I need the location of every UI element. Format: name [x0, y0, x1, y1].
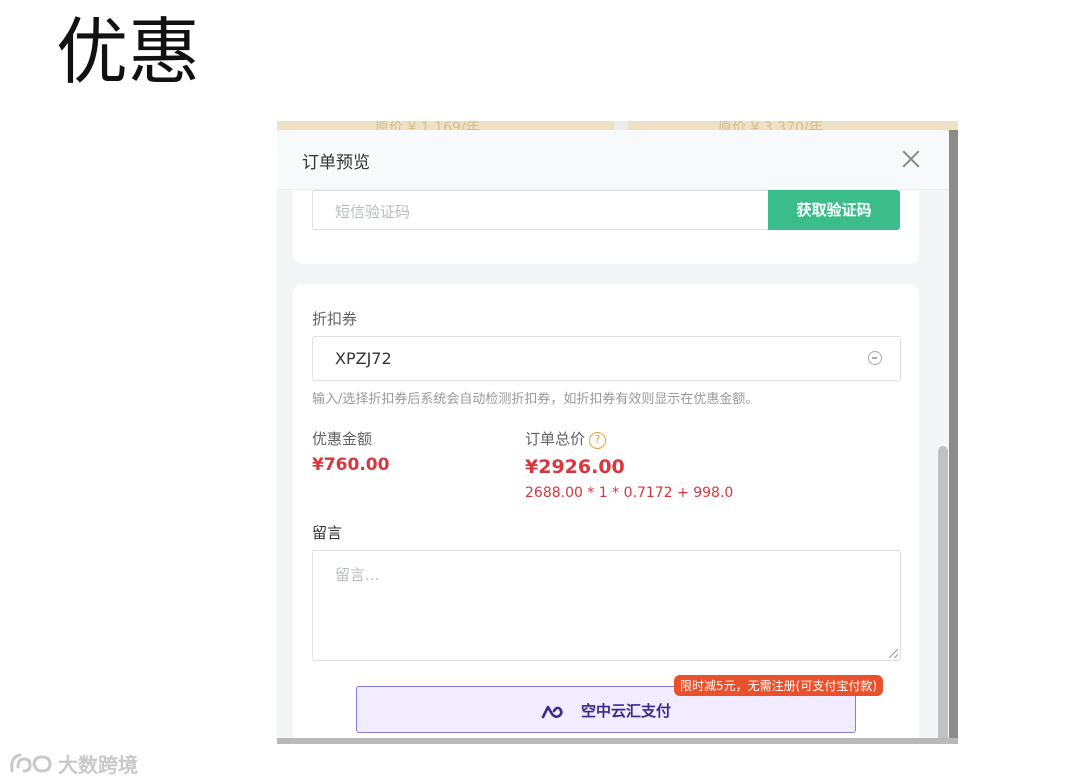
- frame-bottom-edge: [277, 738, 958, 744]
- message-placeholder: 留言...: [335, 566, 380, 584]
- frame-edge: [949, 130, 958, 744]
- order-details-card: 折扣券 XPZJ72 输入/选择折扣券后系统会自动检测折扣券，如折扣券有效则显示…: [293, 284, 919, 744]
- scrollbar-thumb[interactable]: [938, 446, 948, 744]
- discount-label: 优惠金额: [312, 430, 373, 448]
- message-textarea[interactable]: 留言...: [312, 550, 901, 661]
- pay-button-content: 空中云汇支付: [357, 700, 855, 721]
- clear-icon[interactable]: [868, 351, 882, 365]
- close-icon[interactable]: [899, 147, 923, 171]
- screenshot-frame: 原价 ¥ 1,169/年 原价 ¥ 3,370/年 短信验证码 获取验证码 订单…: [277, 121, 958, 744]
- pay-button-label: 空中云汇支付: [580, 702, 671, 720]
- total-formula: 2688.00 * 1 * 0.7172 + 998.0: [525, 485, 734, 501]
- total-label: 订单总价: [525, 430, 586, 448]
- watermark-logo-icon: [10, 753, 52, 773]
- help-icon[interactable]: ?: [589, 432, 607, 449]
- coupon-hint: 输入/选择折扣券后系统会自动检测折扣券，如折扣券有效则显示在优惠金额。: [312, 392, 759, 407]
- sms-code-input[interactable]: 短信验证码: [312, 190, 768, 230]
- slide-title: 优惠: [56, 10, 201, 94]
- modal-title: 订单预览: [302, 153, 370, 173]
- promo-badge: 限时减5元，无需注册(可支付宝付款): [674, 675, 883, 696]
- coupon-label: 折扣券: [312, 310, 358, 328]
- resize-handle[interactable]: [889, 649, 898, 658]
- modal-header: 订单预览: [277, 130, 949, 190]
- total-value: ¥2926.00: [525, 456, 625, 478]
- airwallex-logo-icon: [541, 705, 563, 719]
- watermark: 大数跨境: [8, 748, 138, 778]
- message-label: 留言: [312, 524, 343, 542]
- discount-value: ¥760.00: [312, 455, 390, 475]
- coupon-input[interactable]: XPZJ72: [312, 336, 901, 381]
- get-code-button[interactable]: 获取验证码: [768, 190, 900, 230]
- sms-code-placeholder: 短信验证码: [335, 203, 411, 221]
- total-label-row: 订单总价?: [525, 428, 607, 449]
- order-preview-modal: 短信验证码 获取验证码 订单预览 折扣券 XPZJ72 输入/选择折扣券后系统会…: [277, 130, 949, 744]
- coupon-value: XPZJ72: [335, 349, 392, 368]
- airwallex-pay-button[interactable]: 空中云汇支付 限时减5元，无需注册(可支付宝付款): [356, 675, 883, 733]
- watermark-text: 大数跨境: [58, 752, 138, 777]
